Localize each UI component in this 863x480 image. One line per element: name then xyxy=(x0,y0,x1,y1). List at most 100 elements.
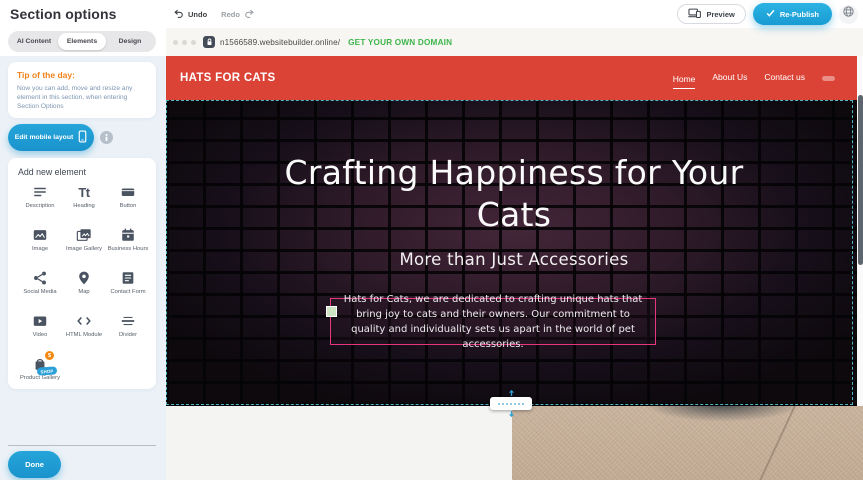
social-media-icon xyxy=(32,269,48,286)
editor-sidebar: AI Content Elements Design Tip of the da… xyxy=(0,28,166,480)
nav-item-contact-us[interactable]: Contact us xyxy=(764,72,805,84)
hero-subtitle[interactable]: More than Just Accessories xyxy=(284,250,744,269)
tab-design[interactable]: Design xyxy=(106,33,154,50)
element-item-image[interactable]: Image xyxy=(18,226,62,266)
next-section-image xyxy=(512,406,863,480)
site-header[interactable]: Hats For Cats Home About Us Contact us xyxy=(166,56,863,100)
element-item-divider[interactable]: Divider xyxy=(106,312,150,352)
edit-mobile-layout-label: Edit mobile layout xyxy=(15,134,74,141)
tip-body: Now you can add, move and resize any ele… xyxy=(17,84,147,112)
element-label: Business Hours xyxy=(108,246,149,253)
info-icon[interactable] xyxy=(100,131,113,144)
element-grid: Description Tt Heading Button Image Imag… xyxy=(18,183,150,395)
element-label: Social Media xyxy=(23,289,56,296)
browser-dot xyxy=(182,40,187,45)
redo-icon xyxy=(244,8,255,21)
sidebar-divider xyxy=(8,445,156,446)
element-label: Heading xyxy=(73,203,95,210)
nav-item-about-us[interactable]: About Us xyxy=(712,72,747,84)
business-hours-icon xyxy=(120,226,136,243)
mobile-phone-icon xyxy=(78,130,87,145)
element-item-image-gallery[interactable]: Image Gallery xyxy=(62,226,106,266)
element-label: Image xyxy=(32,246,48,253)
browser-dot xyxy=(191,40,196,45)
undo-label: Undo xyxy=(188,10,207,19)
hero-body-text: Hats for Cats, we are dedicated to craft… xyxy=(339,292,647,352)
element-label: Product Gallery xyxy=(20,375,60,382)
top-toolbar: Section options Undo Redo Preview Re-Pub… xyxy=(0,0,863,28)
html-code-icon xyxy=(76,312,92,329)
heading-icon: Tt xyxy=(78,183,89,200)
republish-button[interactable]: Re-Publish xyxy=(753,3,832,25)
site-url: n1566589.websitebuilder.online/ xyxy=(220,38,340,47)
image-gallery-icon xyxy=(76,226,92,243)
add-new-element-panel: Add new element Description Tt Heading B… xyxy=(8,158,156,389)
element-label: Button xyxy=(120,203,137,210)
element-item-business-hours[interactable]: Business Hours xyxy=(106,226,150,266)
get-domain-link[interactable]: GET YOUR OWN DOMAIN xyxy=(348,38,452,47)
hero-section-selected[interactable]: Crafting Happiness for Your Cats More th… xyxy=(166,100,863,406)
site-preview-canvas: n1566589.websitebuilder.online/ GET YOUR… xyxy=(166,28,863,480)
browser-dot xyxy=(173,40,178,45)
site-logo[interactable]: Hats For Cats xyxy=(180,72,275,84)
page-title: Section options xyxy=(10,6,117,22)
done-button[interactable]: Done xyxy=(8,451,61,478)
scrollbar[interactable] xyxy=(858,95,863,265)
divider-icon xyxy=(120,312,136,329)
video-icon xyxy=(32,312,48,329)
nav-more-button[interactable] xyxy=(822,76,835,81)
tab-elements[interactable]: Elements xyxy=(58,33,106,50)
element-item-description[interactable]: Description xyxy=(18,183,62,223)
element-item-html-module[interactable]: HTML Module xyxy=(62,312,106,352)
browser-address-bar: n1566589.websitebuilder.online/ GET YOUR… xyxy=(166,28,863,56)
undo-icon xyxy=(173,8,184,21)
section-resize-handle[interactable] xyxy=(490,389,532,418)
edit-mobile-layout-button[interactable]: Edit mobile layout xyxy=(8,124,94,151)
website-builder-app: Section options Undo Redo Preview Re-Pub… xyxy=(0,0,863,480)
description-icon xyxy=(32,183,48,200)
text-element-selected[interactable]: Hats for Cats, we are dedicated to craft… xyxy=(330,298,656,345)
element-item-heading[interactable]: Tt Heading xyxy=(62,183,106,223)
dollar-badge: $ xyxy=(45,351,54,360)
element-item-map[interactable]: Map xyxy=(62,269,106,309)
element-label: Contact Form xyxy=(110,289,145,296)
tip-of-the-day-card: Tip of the day: Now you can add, move an… xyxy=(8,62,156,118)
tip-title: Tip of the day: xyxy=(17,70,147,80)
lock-icon xyxy=(203,36,215,48)
language-globe-button[interactable] xyxy=(839,5,858,24)
button-icon xyxy=(120,183,136,200)
undo-button[interactable]: Undo xyxy=(173,8,207,21)
undo-redo-group: Undo Redo xyxy=(173,0,255,28)
redo-label: Redo xyxy=(221,10,240,19)
element-label: HTML Module xyxy=(66,332,102,339)
resize-grip xyxy=(490,397,532,410)
tab-ai-content[interactable]: AI Content xyxy=(10,33,58,50)
element-label: Video xyxy=(33,332,48,339)
map-pin-icon xyxy=(76,269,92,286)
shop-badge: SHOP xyxy=(37,366,57,375)
republish-label: Re-Publish xyxy=(780,10,819,19)
preview-label: Preview xyxy=(706,10,734,19)
nav-item-home[interactable]: Home xyxy=(673,74,696,89)
site-nav: Home About Us Contact us xyxy=(673,56,835,100)
element-item-video[interactable]: Video xyxy=(18,312,62,352)
image-icon xyxy=(32,226,48,243)
toolbar-actions: Preview Re-Publish xyxy=(677,0,858,28)
redo-button[interactable]: Redo xyxy=(221,8,255,21)
element-item-contact-form[interactable]: Contact Form xyxy=(106,269,150,309)
element-item-social-media[interactable]: Social Media xyxy=(18,269,62,309)
product-gallery-icon: $ SHOP xyxy=(32,355,48,372)
globe-icon xyxy=(842,5,855,23)
element-label: Image Gallery xyxy=(66,246,102,253)
element-item-button[interactable]: Button xyxy=(106,183,150,223)
arrow-up-icon xyxy=(507,389,516,397)
element-label: Map xyxy=(78,289,89,296)
element-item-product-gallery[interactable]: $ SHOP Product Gallery xyxy=(18,355,62,395)
preview-button[interactable]: Preview xyxy=(677,4,745,24)
element-drag-handle[interactable] xyxy=(326,306,337,317)
sidebar-tabs: AI Content Elements Design xyxy=(8,31,156,52)
checkmark-icon xyxy=(766,9,775,19)
contact-form-icon xyxy=(120,269,136,286)
hero-title[interactable]: Crafting Happiness for Your Cats xyxy=(284,152,744,236)
element-label: Description xyxy=(26,203,55,210)
